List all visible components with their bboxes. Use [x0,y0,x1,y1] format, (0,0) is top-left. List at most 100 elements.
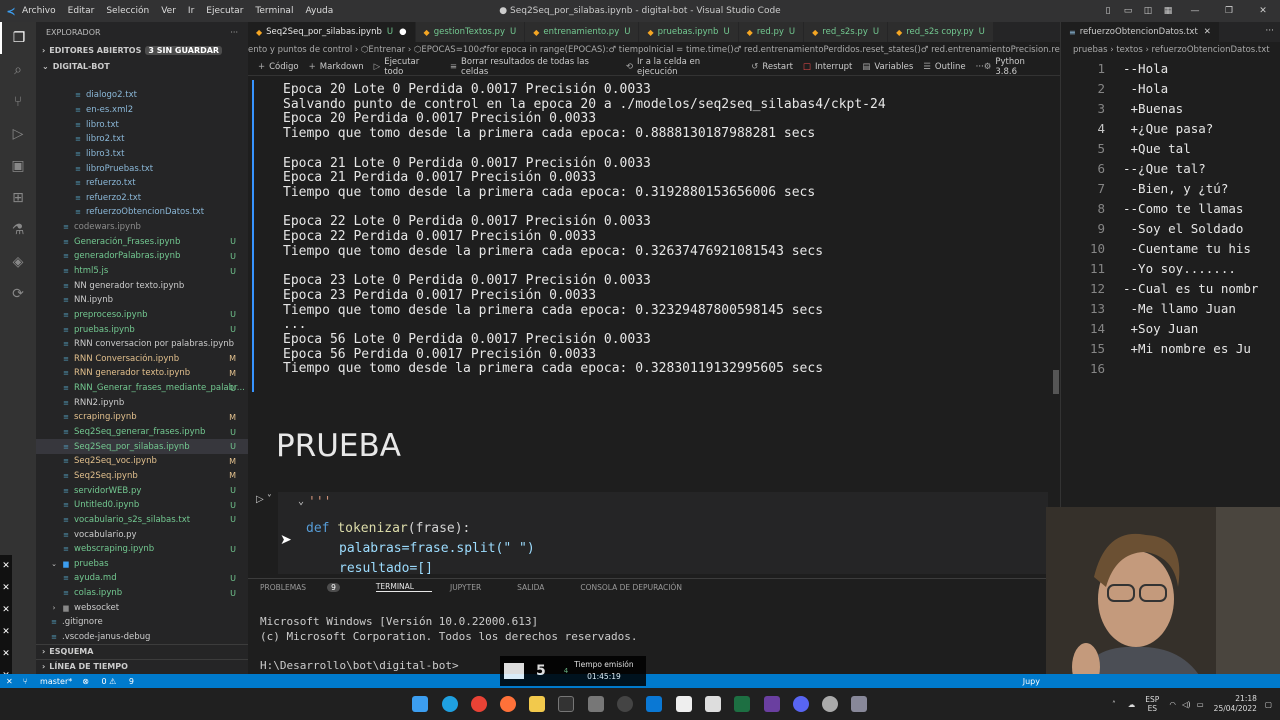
tree-file[interactable]: ≡ pruebas.ipynb U [36,322,248,337]
editor-tab[interactable]: ◆ red.py U [738,22,805,42]
app2-icon[interactable] [851,696,867,712]
extensions-icon[interactable]: ⊞ [0,182,36,214]
remote-explorer-icon[interactable]: ▣ [0,150,36,182]
chrome-icon[interactable] [471,696,487,712]
panel-tab[interactable]: TERMINAL [375,582,432,592]
tree-file[interactable]: ≡ Seq2Seq.ipynb M [36,469,248,484]
workspace-root[interactable]: DIGITAL-BOT [53,62,110,71]
tree-file[interactable]: ≡ libro2.txt [36,132,248,147]
live-share-icon[interactable]: ⟳ [0,278,36,310]
right-breadcrumb-text[interactable]: pruebas › textos › refuerzoObtencionDato… [1073,45,1270,55]
close-button[interactable]: ✕ [1246,6,1280,16]
explorer-icon[interactable]: ❐ [0,22,36,54]
tree-file[interactable]: ≡ Untitled0.ipynb U [36,498,248,513]
menu-item-3[interactable]: Ver [161,6,176,16]
fold-icon[interactable]: ⌄ [298,496,304,507]
file-explorer-icon[interactable] [529,696,545,712]
tree-file[interactable]: ≡ codewars.ipynb [36,220,248,235]
editor-tab[interactable]: ◆ pruebas.ipynb U [639,22,739,42]
tree-file[interactable]: ≡ libro3.txt [36,147,248,162]
volume-icon[interactable]: ◁) [1182,700,1191,709]
tree-file[interactable]: ≡ scraping.ipynb M [36,410,248,425]
remote-icon[interactable]: ✕ [6,677,13,686]
layout-sidebar-icon[interactable]: ▯ [1098,6,1118,16]
goto-running-button[interactable]: ⟲ Ir a la celda en ejecución [626,57,741,77]
tree-file[interactable]: ≡ Generación_Frases.ipynb U [36,234,248,249]
tree-file[interactable]: ≡ generadorPalabras.ipynb U [36,249,248,264]
panel-tab[interactable]: SALIDA [517,583,562,592]
panel-tab[interactable]: JUPYTER [450,583,499,592]
tree-file[interactable]: ≡ html5.js U [36,264,248,279]
tree-file[interactable]: ≡ NN.ipynb [36,293,248,308]
layout-panel-icon[interactable]: ▭ [1118,6,1138,16]
tree-file[interactable]: ≡ Seq2Seq_voc.ipynb M [36,454,248,469]
clear-outputs-button[interactable]: ≡ Borrar resultados de todas las celdas [450,57,616,77]
tree-file[interactable]: ≡ .vscode-janus-debug [36,630,248,645]
menu-item-2[interactable]: Selección [106,6,149,16]
more-icon[interactable]: ··· [976,62,984,72]
more-actions-icon[interactable]: ··· [230,28,238,37]
chevron-right-icon[interactable]: › [42,46,45,55]
visual-studio-icon[interactable] [764,696,780,712]
tree-file[interactable]: ≡ en-es.xml2 [36,103,248,118]
obs-icon[interactable] [617,696,633,712]
variables-button[interactable]: ▤ Variables [862,62,913,72]
firefox-icon[interactable] [500,696,516,712]
timeline-section[interactable]: LÍNEA DE TIEMPO [49,662,128,671]
tree-file[interactable]: ≡ Seq2Seq_por_silabas.ipynb U [36,439,248,455]
edge-icon[interactable] [442,696,458,712]
battery-icon[interactable]: ▭ [1197,700,1204,709]
tab-refuerzo[interactable]: ≡ refuerzoObtencionDatos.txt ✕ [1061,22,1220,42]
tree-file[interactable]: ≡ dialogo2.txt [36,88,248,103]
source-control-icon[interactable]: ⑂ [0,86,36,118]
outline-button[interactable]: ☰ Outline [923,62,965,72]
chevron-right-icon[interactable]: › [42,647,45,656]
cloud-icon[interactable]: ☁ [1128,700,1136,709]
start-icon[interactable] [412,696,428,712]
tree-file[interactable]: ≡ vocabulario_s2s_silabas.txt U [36,513,248,528]
right-breadcrumb[interactable]: pruebas › textos › refuerzoObtencionDato… [1061,42,1280,58]
customize-layout-icon[interactable]: ▦ [1158,6,1178,16]
discord-icon[interactable] [793,696,809,712]
window-icon[interactable] [705,696,721,712]
kernel-picker[interactable]: ⚙ Python 3.8.6 [984,57,1048,77]
search-icon[interactable]: ⌕ [0,54,36,86]
tree-file[interactable]: ≡ refuerzo2.txt [36,190,248,205]
tree-file[interactable]: ≡ RNN conversacion por palabras.ipynb [36,337,248,352]
tree-file[interactable]: ≡ .gitignore [36,615,248,630]
run-debug-icon[interactable]: ▷ [0,118,36,150]
menu-item-1[interactable]: Editar [68,6,95,16]
editor-tab[interactable]: ◆ red_s2s.py U [804,22,889,42]
tree-file[interactable]: ≡ colas.ipynb U [36,586,248,601]
tree-file[interactable]: ≡ Seq2Seq_generar_frases.ipynb U [36,425,248,440]
tree-folder[interactable]: › ▆ websocket [36,600,248,615]
notification-icon[interactable]: ▢ [1265,700,1272,709]
more-actions-icon[interactable]: ··· [1259,22,1280,42]
tree-file[interactable]: ≡ libroPruebas.txt [36,161,248,176]
settings-icon[interactable] [822,696,838,712]
lang-indicator[interactable]: ESP [1145,695,1159,704]
wifi-icon[interactable]: ◠ [1169,700,1176,709]
jupyter-status[interactable]: Jupy [1023,677,1040,686]
excel-icon[interactable] [734,696,750,712]
menu-item-5[interactable]: Ejecutar [206,6,243,16]
interrupt-button[interactable]: □ Interrupt [803,62,852,72]
tree-file[interactable]: ≡ refuerzo.txt [36,176,248,191]
open-editors-section[interactable]: EDITORES ABIERTOS [49,46,141,55]
run-all-button[interactable]: ▷ Ejecutar todo [374,57,440,77]
maximize-button[interactable]: ❐ [1212,6,1246,16]
tree-file[interactable]: ≡ NN generador texto.ipynb [36,278,248,293]
run-cell-icon[interactable]: ▷ ˅ [256,494,272,505]
tree-file[interactable]: ≡ vocabulario.py [36,527,248,542]
vscode-taskbar-icon[interactable] [646,696,662,712]
close-icon[interactable]: ✕ [1204,27,1211,37]
add-markdown-button[interactable]: + Markdown [309,62,364,72]
tree-file[interactable]: ≡ libro.txt [36,117,248,132]
jupyter-icon[interactable]: ◈ [0,246,36,278]
chevron-down-icon[interactable]: ⌄ [42,62,49,71]
tree-file[interactable]: ≡ RNN Conversación.ipynb M [36,352,248,367]
tree-file[interactable]: ≡ servidorWEB.py U [36,483,248,498]
chevron-up-icon[interactable]: ˄ [1112,700,1116,709]
restart-button[interactable]: ↺ Restart [751,62,793,72]
editor-tab[interactable]: ◆ Seq2Seq_por_silabas.ipynb U ● [248,22,416,42]
